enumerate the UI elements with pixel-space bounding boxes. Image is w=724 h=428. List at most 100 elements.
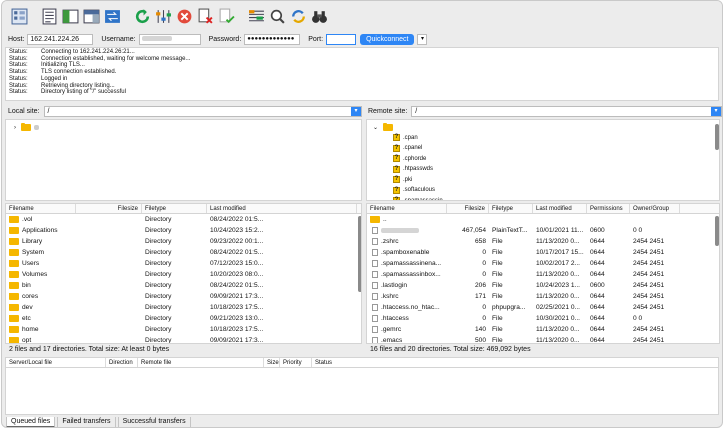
table-row[interactable]: .htaccess 0 File 10/30/2021 0... 0644 0 0 <box>367 313 719 324</box>
site-manager-icon[interactable] <box>10 7 28 25</box>
filezilla-window: Host: 162.241.224.26 Username: Password:… <box>1 0 723 428</box>
last-modified: 09/21/2023 13:0... <box>210 315 264 322</box>
log-message: Connection established, waiting for welc… <box>41 55 191 62</box>
table-row[interactable]: home Directory 10/18/2023 17:5... <box>6 324 361 335</box>
chevron-down-icon[interactable]: ⌄ <box>373 124 378 131</box>
local-tree-root[interactable]: › <box>14 123 39 132</box>
toggle-log-icon[interactable] <box>40 7 58 25</box>
toggle-queue-icon[interactable] <box>103 7 121 25</box>
table-row[interactable]: Library Directory 09/23/2022 00:1... <box>6 236 361 247</box>
permissions: 0644 <box>590 315 605 322</box>
remote-list-scrollbar[interactable] <box>715 216 719 246</box>
queue-col-direction[interactable]: Direction <box>106 358 138 367</box>
toggle-local-tree-icon[interactable] <box>61 7 79 25</box>
remote-tree-item[interactable]: ? .spamassassin <box>393 196 443 200</box>
table-row[interactable]: Users Directory 07/12/2023 15:0... <box>6 258 361 269</box>
filesize: 467,054 <box>462 227 486 234</box>
remote-col-filetype[interactable]: Filetype <box>489 204 533 213</box>
remote-col-owner-group[interactable]: Owner/Group <box>630 204 680 213</box>
table-row[interactable]: .. <box>367 214 719 225</box>
directory-compare-icon[interactable] <box>247 7 265 25</box>
remote-path-input[interactable]: / ▾ <box>411 106 722 117</box>
filter-icon[interactable] <box>154 7 172 25</box>
table-row[interactable]: bin Directory 08/24/2022 01:5... <box>6 280 361 291</box>
queue-col-size[interactable]: Size <box>264 358 280 367</box>
permissions: 0644 <box>590 271 605 278</box>
remote-tree-item[interactable]: ? .cpan <box>393 133 418 142</box>
search-remote-icon[interactable] <box>268 7 286 25</box>
username-input[interactable] <box>138 33 201 45</box>
toggle-remote-tree-icon[interactable] <box>82 7 100 25</box>
remote-tree-scrollbar[interactable] <box>715 124 719 150</box>
owner-group: 2454 2451 <box>633 271 665 278</box>
table-row[interactable]: Applications Directory 10/24/2023 15:2... <box>6 225 361 236</box>
queue-col-remote[interactable]: Remote file <box>138 358 264 367</box>
filename: Applications <box>22 227 58 234</box>
table-row[interactable]: .lastlogin 206 File 10/24/2023 1... 0600 2454… <box>367 280 719 291</box>
table-row[interactable]: 467,054 PlainTextT... 10/01/2021 11... 0600… <box>367 225 719 236</box>
table-row[interactable]: .spamboxenable 0 File 10/17/2017 15... 0644 2… <box>367 247 719 258</box>
remote-tree-item[interactable]: ? .htpasswds <box>393 165 433 174</box>
host-input[interactable]: 162.241.224.26 <box>27 33 94 45</box>
remote-tree-item[interactable]: ? .cphorde <box>393 154 426 163</box>
filetype: Directory <box>145 260 172 267</box>
remote-tree-item-label: .pki <box>403 176 413 183</box>
reconnect-icon[interactable] <box>217 7 235 25</box>
table-row[interactable]: .vol Directory 08/24/2022 01:5... <box>6 214 361 225</box>
remote-tree-root[interactable]: ⌄ <box>373 123 396 132</box>
table-row[interactable]: .spamassassinena... 0 File 10/02/2017 2... 0… <box>367 258 719 269</box>
filename: System <box>22 249 44 256</box>
sync-browse-icon[interactable] <box>289 7 307 25</box>
table-row[interactable]: cores Directory 09/09/2021 17:3... <box>6 291 361 302</box>
remote-col-filename[interactable]: Filename <box>367 204 447 213</box>
table-row[interactable]: .kshrc 171 File 11/13/2020 0... 0644 2454 245… <box>367 291 719 302</box>
quickconnect-button[interactable]: Quickconnect <box>360 33 415 45</box>
queue-col-priority[interactable]: Priority <box>280 358 312 367</box>
tab-failed-transfers[interactable]: Failed transfers <box>57 417 116 427</box>
remote-tree-item[interactable]: ? .cpanel <box>393 144 422 153</box>
binoculars-icon[interactable] <box>310 7 328 25</box>
folder-icon <box>9 249 19 256</box>
local-col-last-modified[interactable]: Last modified <box>207 204 357 213</box>
local-path-dropdown[interactable]: ▾ <box>351 107 361 116</box>
quickconnect-history-dropdown[interactable]: ▾ <box>417 33 428 45</box>
table-row[interactable]: .zshrc 658 File 11/13/2020 0... 0644 2454 245… <box>367 236 719 247</box>
filename-cell: Volumes <box>6 271 76 278</box>
password-input[interactable]: ●●●●●●●●●●●●● <box>244 33 301 45</box>
table-row[interactable]: dev Directory 10/18/2023 17:5... <box>6 302 361 313</box>
table-row[interactable]: .htaccess.no_htac... 0 phpupgra... 02/25/20… <box>367 302 719 313</box>
table-row[interactable]: etc Directory 09/21/2023 13:0... <box>6 313 361 324</box>
filename-cell: etc <box>6 315 76 322</box>
table-row[interactable]: .spamassassinbox... 0 File 11/13/2020 0... 0… <box>367 269 719 280</box>
table-row[interactable]: .gemrc 140 File 11/13/2020 0... 0644 2454 245… <box>367 324 719 335</box>
filename: .emacs <box>381 337 403 344</box>
tab-queued-files[interactable]: Queued files <box>6 417 56 427</box>
local-list-scrollbar[interactable] <box>358 216 361 292</box>
local-path-input[interactable]: / ▾ <box>43 106 362 117</box>
cancel-icon[interactable] <box>175 7 193 25</box>
table-row[interactable]: System Directory 08/24/2022 01:5... <box>6 247 361 258</box>
port-input[interactable] <box>326 33 357 45</box>
chevron-right-icon[interactable]: › <box>14 125 16 131</box>
remote-tree-item[interactable]: ? .softaculous <box>393 186 435 195</box>
remote-tree-item[interactable]: ? .pki <box>393 175 412 184</box>
refresh-icon[interactable] <box>133 7 151 25</box>
disconnect-icon[interactable] <box>196 7 214 25</box>
queue-col-status[interactable]: Status <box>312 358 372 367</box>
table-row[interactable]: .emacs 500 File 11/13/2020 0... 0644 2454 245… <box>367 335 719 344</box>
remote-col-filesize[interactable]: Filesize <box>447 204 489 213</box>
folder-icon <box>9 238 19 245</box>
table-row[interactable]: Volumes Directory 10/20/2023 08:0... <box>6 269 361 280</box>
log-status-label: Status: <box>9 82 28 89</box>
tab-successful-transfers[interactable]: Successful transfers <box>117 417 191 427</box>
local-col-filetype[interactable]: Filetype <box>142 204 207 213</box>
queue-col-local[interactable]: Server/Local file <box>6 358 106 367</box>
table-row[interactable]: opt Directory 09/09/2021 17:3... <box>6 335 361 343</box>
remote-col-permissions[interactable]: Permissions <box>587 204 630 213</box>
local-col-filename[interactable]: Filename <box>6 204 76 213</box>
filetype: File <box>492 249 503 256</box>
remote-col-last-modified[interactable]: Last modified <box>533 204 587 213</box>
local-col-filesize[interactable]: Filesize <box>76 204 142 213</box>
filetype: File <box>492 238 503 245</box>
remote-path-dropdown[interactable]: ▾ <box>711 107 721 116</box>
